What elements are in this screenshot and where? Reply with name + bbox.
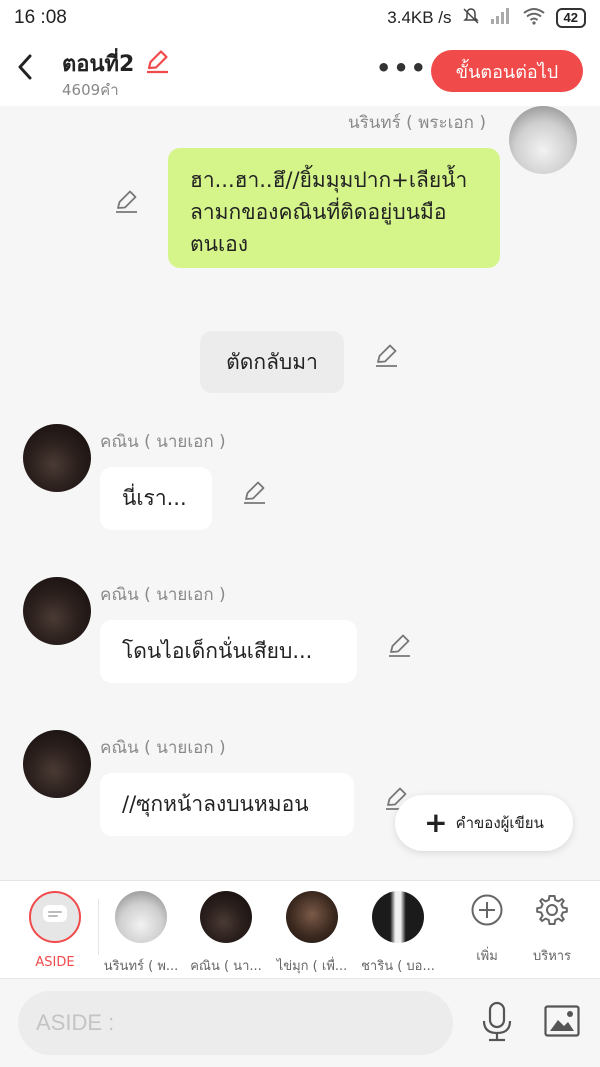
plus-circle-icon	[470, 894, 504, 931]
author-note-button[interactable]: + คำของผู้เขียน	[395, 795, 573, 851]
microphone-icon	[480, 1001, 514, 1047]
character-label: ไข่มุก ( เพื่...	[276, 959, 348, 974]
message-bubble[interactable]: นี่เรา...	[100, 467, 212, 530]
message-bubble[interactable]: ฮา...ฮา..ฮึ//ยิ้มมุมปาก+เลียน้ำลามกของคณ…	[168, 148, 500, 268]
speaker-name: คณิน ( นายเอก )	[100, 738, 226, 758]
character-label: คณิน ( นา...	[190, 959, 262, 974]
chevron-left-icon	[17, 54, 33, 84]
character-narin[interactable]: นรินทร์ ( พ...	[99, 891, 183, 976]
pencil-icon	[113, 190, 139, 218]
pencil-icon	[373, 344, 399, 372]
avatar	[115, 891, 167, 943]
status-right: 3.4KB /s 42	[387, 7, 586, 30]
avatar-narin[interactable]	[509, 106, 577, 174]
edit-message-button[interactable]	[113, 188, 139, 214]
image-button[interactable]	[544, 1005, 580, 1041]
wifi-icon	[522, 7, 546, 30]
pencil-icon	[144, 50, 170, 78]
back-button[interactable]	[10, 52, 40, 86]
word-count: 4609คำ	[62, 81, 119, 99]
speaker-name: คณิน ( นายเอก )	[100, 432, 226, 452]
avatar-kanin[interactable]	[23, 424, 91, 492]
status-time: 16 :08	[14, 7, 67, 28]
chapter-title: ตอนที่2	[62, 52, 135, 77]
chat-area: นรินทร์ ( พระเอก ) ฮา...ฮา..ฮึ//ยิ้มมุมป…	[0, 106, 600, 880]
avatar-kanin[interactable]	[23, 577, 91, 645]
pencil-icon	[241, 481, 267, 509]
author-note-label: คำของผู้เขียน	[455, 814, 544, 832]
character-label: ชาริน ( บอ...	[361, 959, 435, 974]
edit-title-button[interactable]	[144, 48, 170, 78]
message-bubble[interactable]: โดนไอเด็กนั่นเสียบ...	[100, 620, 357, 683]
edit-message-button[interactable]	[373, 342, 399, 368]
plus-icon: +	[424, 806, 448, 839]
avatar	[200, 891, 252, 943]
status-bar: 16 :08 3.4KB /s 42	[0, 0, 600, 36]
pencil-icon	[386, 634, 412, 662]
avatar	[286, 891, 338, 943]
narration-bubble[interactable]: ตัดกลับมา	[200, 331, 344, 393]
next-step-button[interactable]: ขั้นตอนต่อไป	[431, 50, 583, 92]
manage-button[interactable]: บริหาร	[522, 893, 582, 966]
battery-indicator: 42	[555, 8, 586, 28]
add-label: เพิ่ม	[476, 949, 498, 964]
voice-button[interactable]	[480, 1001, 514, 1047]
character-kanin[interactable]: คณิน ( นา...	[184, 891, 268, 976]
status-net-speed: 3.4KB /s	[387, 8, 452, 27]
input-bar	[0, 978, 600, 1067]
header: ตอนที่2 4609คำ ••• ขั้นตอนต่อไป	[0, 36, 600, 106]
character-label: นรินทร์ ( พ...	[103, 959, 179, 974]
signal-icon	[490, 7, 512, 30]
character-bar: ASIDE นรินทร์ ( พ... คณิน ( นา... ไข่มุก…	[0, 880, 600, 978]
speaker-name: นรินทร์ ( พระเอก )	[348, 113, 486, 133]
more-button[interactable]: •••	[376, 54, 428, 82]
avatar-kanin[interactable]	[23, 730, 91, 798]
message-bubble[interactable]: //ซุกหน้าลงบนหมอน	[100, 773, 354, 836]
chat-bubble-icon	[42, 904, 68, 930]
image-icon	[544, 1005, 580, 1041]
manage-label: บริหาร	[532, 949, 572, 964]
edit-message-button[interactable]	[241, 479, 267, 505]
add-character-button[interactable]: เพิ่ม	[457, 893, 517, 966]
speaker-name: คณิน ( นายเอก )	[100, 585, 226, 605]
aside-avatar	[29, 891, 81, 943]
character-khaimuk[interactable]: ไข่มุก ( เพื่...	[270, 891, 354, 976]
mute-icon	[462, 7, 480, 30]
avatar	[372, 891, 424, 943]
character-aside[interactable]: ASIDE	[13, 891, 97, 970]
character-label: ASIDE	[35, 955, 75, 970]
edit-message-button[interactable]	[386, 632, 412, 658]
gear-icon	[535, 895, 569, 931]
character-charin[interactable]: ชาริน ( บอ...	[356, 891, 440, 976]
message-input[interactable]	[18, 991, 453, 1055]
